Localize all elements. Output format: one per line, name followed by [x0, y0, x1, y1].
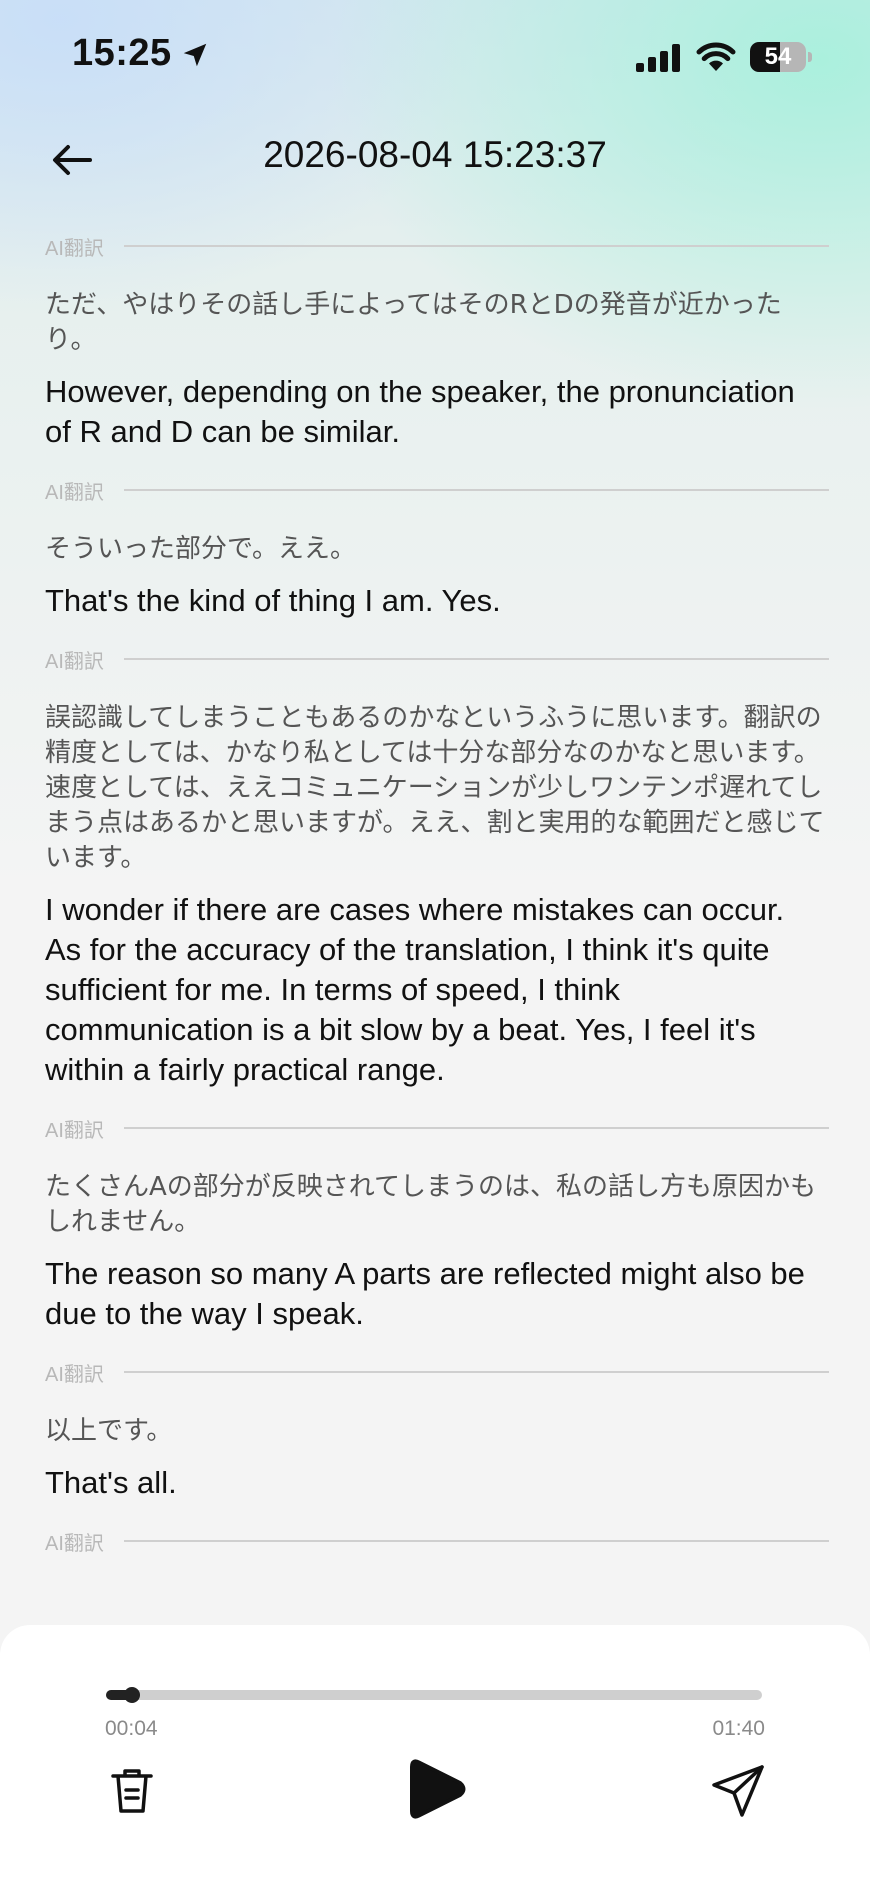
ai-translation-label: AI翻訳: [45, 1119, 104, 1142]
divider-line: [123, 1540, 829, 1542]
nav-bar: 2026-08-04 15:23:37: [0, 120, 870, 200]
ai-translation-label: AI翻訳: [45, 1532, 104, 1555]
original-text: 誤認識してしまうこともあるのかなというふうに思います。翻訳の精度としては、かなり…: [45, 703, 825, 873]
ai-translation-label: AI翻訳: [45, 1363, 104, 1386]
ai-translation-divider: AI翻訳: [45, 639, 829, 679]
current-time: 00:04: [105, 1717, 158, 1740]
trash-icon: [111, 1769, 153, 1813]
divider-line: [123, 1127, 829, 1129]
original-text: ただ、やはりその話し手によってはそのRとDの発音が近かったり。: [45, 290, 782, 355]
transcript-list[interactable]: translation. AI翻訳ただ、やはりその話し手によってはそのRとDの発…: [0, 200, 870, 1625]
divider-line: [123, 489, 829, 491]
battery-level: 54: [764, 43, 792, 70]
transcript-entry[interactable]: 誤認識してしまうこともあるのかなというふうに思います。翻訳の精度としては、かなり…: [45, 701, 825, 1090]
transcript-entry[interactable]: そういった部分で。ええ。 That's the kind of thing I a…: [45, 532, 825, 621]
partial-translation-text: translation.: [45, 200, 825, 208]
battery-icon: 54: [750, 42, 806, 72]
location-arrow-icon: [183, 43, 207, 67]
transcript-entry[interactable]: 以上です。 That's all.: [45, 1414, 825, 1503]
translated-text: I wonder if there are cases where mistak…: [45, 892, 785, 1087]
ai-translation-label: AI翻訳: [45, 650, 104, 673]
divider-line: [123, 658, 829, 660]
ai-translation-divider: AI翻訳: [45, 1521, 829, 1561]
wifi-icon: [696, 42, 736, 71]
ai-translation-divider: AI翻訳: [45, 1108, 829, 1148]
translated-text: That's all.: [45, 1465, 177, 1500]
delete-button[interactable]: [104, 1763, 160, 1819]
original-text: 以上です。: [45, 1416, 173, 1446]
translated-text: The reason so many A parts are reflected…: [45, 1256, 805, 1331]
translated-text: However, depending on the speaker, the p…: [45, 374, 795, 449]
ai-translation-divider: AI翻訳: [45, 226, 829, 266]
ai-translation-label: AI翻訳: [45, 481, 104, 504]
play-icon: [410, 1759, 466, 1819]
send-icon: [712, 1765, 764, 1817]
transcript-entry[interactable]: たくさんAの部分が反映されてしまうのは、私の話し方も原因かもしれません。 The …: [45, 1170, 825, 1334]
ai-translation-divider: AI翻訳: [45, 1352, 829, 1392]
status-bar: 15:25 54: [0, 0, 870, 120]
divider-line: [123, 1371, 829, 1373]
ai-translation-divider: AI翻訳: [45, 470, 829, 510]
cellular-signal-icon: [636, 44, 680, 72]
original-text: たくさんAの部分が反映されてしまうのは、私の話し方も原因かもしれません。: [45, 1172, 817, 1237]
progress-slider[interactable]: [106, 1687, 762, 1703]
share-button[interactable]: [708, 1761, 768, 1821]
status-time: 15:25: [72, 32, 172, 74]
ai-translation-label: AI翻訳: [45, 237, 104, 260]
translated-text: That's the kind of thing I am. Yes.: [45, 583, 501, 618]
play-button[interactable]: [404, 1755, 468, 1823]
battery-cap: [808, 52, 812, 62]
page-title: 2026-08-04 15:23:37: [263, 134, 607, 175]
divider-line: [123, 245, 829, 247]
original-text: そういった部分で。ええ。: [45, 534, 356, 564]
audio-player: 00:04 01:40: [0, 1625, 870, 1882]
progress-thumb[interactable]: [124, 1687, 140, 1703]
transcript-entry[interactable]: ただ、やはりその話し手によってはそのRとDの発音が近かったり。 However, …: [45, 288, 825, 452]
total-time: 01:40: [712, 1717, 765, 1740]
